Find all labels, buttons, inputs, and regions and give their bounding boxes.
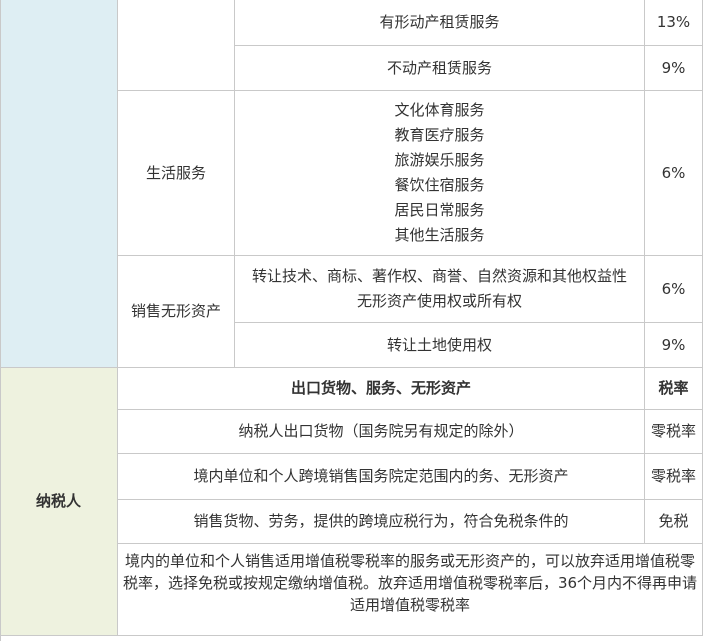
list-item: 教育医疗服务 xyxy=(394,126,485,144)
list-item: 居民日常服务 xyxy=(394,201,485,219)
table-row-rate: 零税率 xyxy=(645,410,703,454)
table-row-item: 境内单位和个人跨境销售国务院定范围内的务、无形资产 xyxy=(118,454,645,500)
table-row-item: 转让土地使用权 xyxy=(235,323,645,368)
table-row-rate: 免税 xyxy=(645,500,703,544)
category-intangible: 销售无形资产 xyxy=(118,256,235,368)
table-row-item: 转让技术、商标、著作权、商誉、自然资源和其他权益性 无形资产使用权或所有权 xyxy=(235,256,645,323)
header-item: 出口货物、服务、无形资产 xyxy=(118,368,645,410)
category-cell-top xyxy=(118,0,235,91)
life-services-items: 文化体育服务 教育医疗服务 旅游娱乐服务 餐饮住宿服务 居民日常服务 其他生活服… xyxy=(235,91,645,256)
table-row-item: 有形动产租赁服务 xyxy=(235,0,645,46)
list-item: 旅游娱乐服务 xyxy=(394,151,485,169)
list-item: 餐饮住宿服务 xyxy=(394,176,485,194)
list-item: 文化体育服务 xyxy=(394,101,485,119)
category-life-services: 生活服务 xyxy=(118,91,235,256)
group-label-taxpayer: 纳税人 xyxy=(0,368,118,636)
life-services-rate: 6% xyxy=(645,91,703,256)
header-rate: 税率 xyxy=(645,368,703,410)
note-text: 境内的单位和个人销售适用增值税零税率的服务或无形资产的，可以放弃适用增值税零税率… xyxy=(118,544,703,636)
table-row-rate: 9% xyxy=(645,46,703,91)
table-row-item: 纳税人出口货物（国务院另有规定的除外） xyxy=(118,410,645,454)
table-row-item: 销售货物、劳务，提供的跨境应税行为，符合免税条件的 xyxy=(118,500,645,544)
table-row-rate: 6% xyxy=(645,256,703,323)
list-item: 其他生活服务 xyxy=(394,226,485,244)
table-row-rate: 零税率 xyxy=(645,454,703,500)
table-row-item: 不动产租赁服务 xyxy=(235,46,645,91)
table-row-rate: 9% xyxy=(645,323,703,368)
table-row-rate: 13% xyxy=(645,0,703,46)
left-group-cell-top xyxy=(0,0,118,368)
